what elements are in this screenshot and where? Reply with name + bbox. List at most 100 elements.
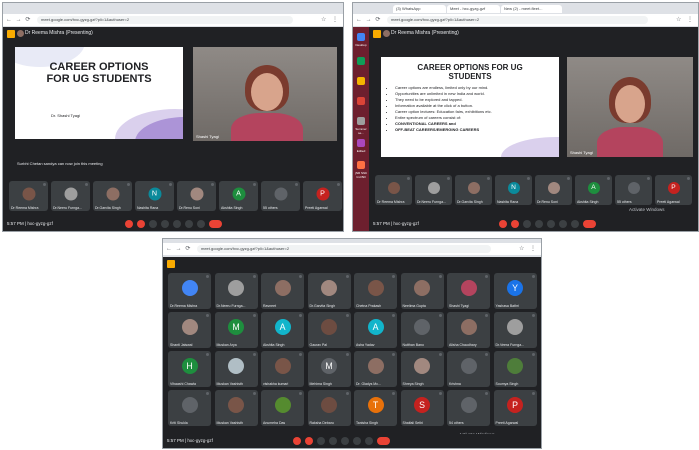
participant-tile[interactable]: Dr.Neeru Furnga... (51, 181, 90, 211)
participant-tile[interactable]: Shashi Tyagi (447, 273, 490, 309)
meet-controls: 5:57 PM | hxc-gyzg-gzf (369, 217, 698, 231)
app-icon[interactable] (357, 33, 365, 41)
participant-tile[interactable]: 55 others (615, 175, 652, 205)
nav-buttons-icon[interactable]: ← → ⟳ (356, 16, 381, 23)
present-button[interactable] (547, 220, 555, 228)
app-icon[interactable] (357, 97, 365, 105)
participant-tile[interactable]: Kriti Shukla (168, 390, 211, 426)
participant-tile[interactable]: Shanti Jaiswal (168, 312, 211, 348)
participant-name: Kriti Shukla (170, 421, 188, 425)
participant-tile[interactable]: 54 others (447, 390, 490, 426)
participant-avatar (274, 280, 291, 297)
tab-new[interactable]: New (2) - meet.fleet... (501, 5, 562, 13)
tab-whatsapp[interactable]: (3) WhatsApp (393, 5, 446, 13)
participant-tile[interactable]: A Akshita Singh (261, 312, 304, 348)
participant-tile[interactable]: Neelima Gupta (400, 273, 444, 309)
raise-hand-button[interactable] (559, 220, 567, 228)
url-field[interactable]: meet.google.com/hxc-gyzg-gzf?pli=1&authu… (197, 245, 491, 253)
participant-tile[interactable]: Y Yashasa Bathri (493, 273, 537, 309)
captions-button[interactable] (523, 220, 531, 228)
participant-tile[interactable]: M Muskan Arya (214, 312, 258, 348)
participant-tile[interactable]: Dr.Garvita Singh (307, 273, 351, 309)
participant-tile[interactable]: Dr Reema Mishra (9, 181, 48, 211)
present-button[interactable] (173, 220, 181, 228)
present-button[interactable] (341, 437, 349, 445)
app-icon[interactable] (357, 77, 365, 85)
url-field[interactable]: meet.google.com/hxc-gyzg-gzf?pli=1&authu… (37, 16, 293, 24)
participant-tile[interactable]: H Vihaashi Chawla (168, 351, 211, 387)
participant-tile[interactable]: A Akshita Singh (575, 175, 612, 205)
participant-tile[interactable]: P Preeti Agarwal (303, 181, 342, 211)
emoji-button[interactable] (329, 437, 337, 445)
app-icon[interactable] (357, 161, 365, 169)
more-options-button[interactable] (365, 437, 373, 445)
participant-tile[interactable]: Raksha Debaru (307, 390, 351, 426)
participant-tile[interactable]: A Akshita Singh (219, 181, 258, 211)
participant-name: Akshita Singh (263, 343, 285, 347)
participant-tile[interactable]: Dr.Neeru Furnga... (415, 175, 452, 205)
mic-off-button[interactable] (499, 220, 507, 228)
nav-buttons-icon[interactable]: ← → ⟳ (166, 245, 191, 252)
participant-tile[interactable]: Nutthan Bano (400, 312, 444, 348)
end-call-button[interactable] (377, 437, 390, 445)
participant-tile[interactable]: Dr Reema Mishra (375, 175, 412, 205)
participant-tile[interactable]: Dr.Reema Mishra (168, 273, 211, 309)
raise-hand-button[interactable] (353, 437, 361, 445)
participant-tile[interactable]: Krishna (447, 351, 490, 387)
mic-off-button[interactable] (125, 220, 133, 228)
mic-off-button[interactable] (293, 437, 301, 445)
participant-tile[interactable]: Muskan Vashisth (214, 390, 258, 426)
participant-tile[interactable]: Chetna Prakash (354, 273, 397, 309)
captions-button[interactable] (149, 220, 157, 228)
participant-tile[interactable]: S Shaifali Sethi (400, 390, 444, 426)
participant-tile[interactable]: Muskan Vashisth (214, 351, 258, 387)
emoji-button[interactable] (161, 220, 169, 228)
participant-tile[interactable]: Dr.Neeru Furnga... (214, 273, 258, 309)
participant-tile[interactable]: Dr.Veera Furnga... (493, 312, 537, 348)
nav-buttons-icon[interactable]: ← → ⟳ (6, 16, 31, 23)
participant-tile[interactable]: Alisha Chaudhary (447, 312, 490, 348)
end-call-button[interactable] (209, 220, 222, 228)
raise-hand-button[interactable] (185, 220, 193, 228)
more-options-button[interactable] (197, 220, 205, 228)
mic-muted-icon (206, 392, 209, 395)
participant-tile[interactable]: N Nashita Rana (495, 175, 532, 205)
participant-tile[interactable]: Dr.Garvita Singh (455, 175, 492, 205)
camera-off-button[interactable] (511, 220, 519, 228)
camera-off-button[interactable] (305, 437, 313, 445)
participant-tile[interactable]: Dr.Renu Soni (535, 175, 572, 205)
participant-tile[interactable]: Ravneet (261, 273, 304, 309)
url-field[interactable]: meet.google.com/hxc-gyzg-gzf?pli=1&authu… (387, 16, 648, 24)
participant-tile[interactable]: Soumya Singh (493, 351, 537, 387)
emoji-button[interactable] (535, 220, 543, 228)
speaker-video: Shashi Tyagi (193, 47, 337, 141)
participant-tile[interactable]: M Mehima Singh (307, 351, 351, 387)
tab-meet[interactable]: Meet - hxc-gyzg-gzf (447, 5, 500, 13)
app-icon[interactable] (357, 139, 365, 147)
participant-tile[interactable]: N Nashita Rana (135, 181, 174, 211)
sidebar-label: Summer se... (355, 127, 367, 135)
participant-tile[interactable]: Dr.Renu Soni (177, 181, 216, 211)
end-call-button[interactable] (583, 220, 596, 228)
mic-muted-icon (206, 275, 209, 278)
participant-tile[interactable]: vishakha kumari (261, 351, 304, 387)
app-icon[interactable] (357, 117, 365, 125)
participant-tile[interactable]: Anumeha Das (261, 390, 304, 426)
browser-actions-icon[interactable]: ☆ ⋮ (676, 16, 695, 23)
participant-tile[interactable]: T Tanisha Singh (354, 390, 397, 426)
app-icon[interactable] (357, 57, 365, 65)
mic-muted-icon (647, 177, 650, 180)
browser-actions-icon[interactable]: ☆ ⋮ (321, 16, 340, 23)
browser-actions-icon[interactable]: ☆ ⋮ (519, 245, 538, 252)
captions-button[interactable] (317, 437, 325, 445)
camera-off-button[interactable] (137, 220, 145, 228)
participant-tile[interactable]: Dr.Garvita Singh (93, 181, 132, 211)
participant-tile[interactable]: Shreya Singh (400, 351, 444, 387)
participant-tile[interactable]: Gaurav Pal (307, 312, 351, 348)
participant-tile[interactable]: P Preeti Agarwal (655, 175, 692, 205)
participant-tile[interactable]: P Preeti Agarwal (493, 390, 537, 426)
participant-tile[interactable]: 55 others (261, 181, 300, 211)
more-options-button[interactable] (571, 220, 579, 228)
participant-tile[interactable]: A Asha Yadav (354, 312, 397, 348)
participant-tile[interactable]: Dr. Gladys Mc... (354, 351, 397, 387)
